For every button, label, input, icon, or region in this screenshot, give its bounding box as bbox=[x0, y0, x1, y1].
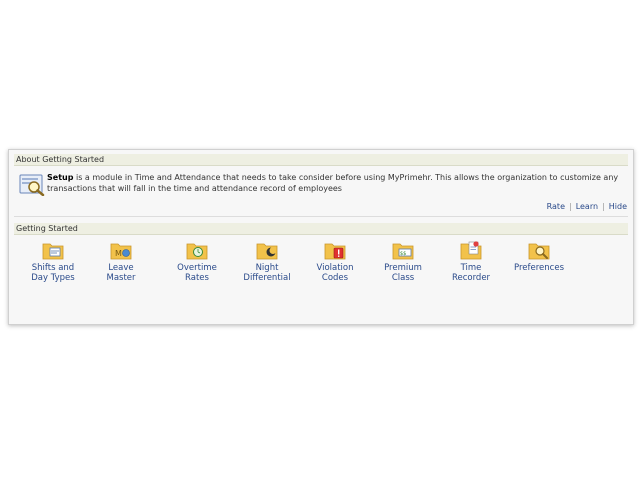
item-label: Time Recorder bbox=[451, 263, 491, 283]
hide-link[interactable]: Hide bbox=[609, 202, 627, 211]
overtime-rates-item[interactable]: Overtime Rates bbox=[165, 240, 229, 283]
shifts-and-day-types-item[interactable]: Shifts and Day Types bbox=[21, 240, 85, 283]
premium-folder-icon: $$ bbox=[392, 243, 414, 260]
night-folder-icon bbox=[256, 243, 278, 260]
link-separator: | bbox=[568, 202, 572, 211]
item-label: Overtime Rates bbox=[177, 263, 217, 283]
item-label: Night Differential bbox=[243, 263, 291, 283]
about-description-text: is a module in Time and Attendance that … bbox=[47, 173, 619, 193]
setup-magnifier-icon bbox=[19, 174, 45, 196]
item-label: Preferences bbox=[514, 263, 564, 273]
setup-word: Setup bbox=[47, 173, 74, 182]
about-description: Setup is a module in Time and Attendance… bbox=[47, 172, 627, 194]
item-label: Violation Codes bbox=[316, 263, 354, 283]
item-label: Shifts and Day Types bbox=[31, 263, 75, 283]
link-separator: | bbox=[602, 202, 605, 211]
rate-link[interactable]: Rate bbox=[547, 202, 565, 211]
time-recorder-folder-icon bbox=[460, 241, 482, 260]
learn-link[interactable]: Learn bbox=[576, 202, 598, 211]
about-body: Setup is a module in Time and Attendance… bbox=[17, 170, 627, 216]
shifts-folder-icon bbox=[42, 243, 64, 260]
item-label: Leave Master bbox=[106, 263, 136, 283]
svg-text:$$: $$ bbox=[400, 251, 406, 257]
violation-codes-item[interactable]: Violation Codes bbox=[303, 240, 367, 283]
preferences-item[interactable]: Preferences bbox=[507, 240, 571, 273]
getting-started-section-header: Getting Started bbox=[14, 223, 628, 235]
night-differential-item[interactable]: Night Differential bbox=[235, 240, 299, 283]
about-links: Rate | Learn | Hide bbox=[547, 202, 627, 211]
preferences-folder-icon bbox=[528, 243, 550, 260]
getting-started-panel: About Getting Started Setup is a module … bbox=[8, 149, 634, 325]
leave-master-item[interactable]: M Leave Master bbox=[89, 240, 153, 283]
about-section-header: About Getting Started bbox=[14, 154, 628, 166]
leave-folder-icon: M bbox=[110, 243, 132, 260]
section-divider bbox=[14, 216, 628, 217]
getting-started-items: Shifts and Day Types M Leave Master Over… bbox=[21, 240, 621, 300]
premium-class-item[interactable]: $$ Premium Class bbox=[371, 240, 435, 283]
item-label: Premium Class bbox=[384, 263, 422, 283]
overtime-folder-icon bbox=[186, 243, 208, 260]
svg-text:M: M bbox=[115, 249, 122, 258]
violation-folder-icon bbox=[324, 243, 346, 260]
time-recorder-item[interactable]: Time Recorder bbox=[439, 240, 503, 283]
